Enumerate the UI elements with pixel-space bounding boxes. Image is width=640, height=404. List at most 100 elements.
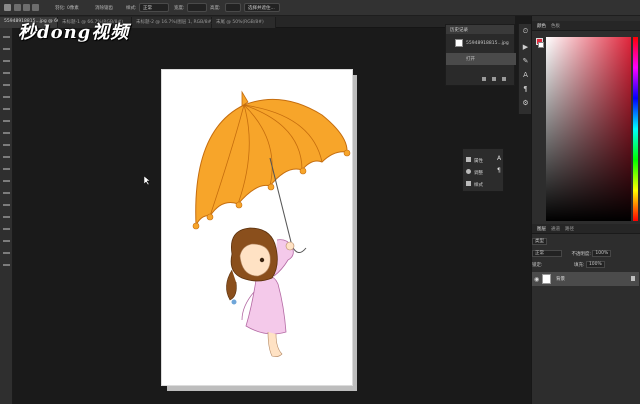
actions-icon[interactable]: ▶	[522, 44, 529, 51]
camera-icon[interactable]	[492, 77, 496, 81]
layer-name: 背景	[556, 277, 565, 282]
snapshot-name: 55948918815...jpg	[466, 41, 509, 46]
visibility-eye-icon[interactable]: ◉	[534, 276, 539, 283]
lock-row: 锁定: 填充: 100%	[532, 261, 638, 268]
options-bar: 羽化: 0像素 消除锯齿 样式: 正常 宽度: 高度: 选择并遮住...	[0, 0, 640, 16]
panel-icon-strip: ⏲ ▶ ✎ A ¶ ⚙	[518, 24, 531, 114]
umbrella-bead	[206, 213, 214, 221]
brush-settings-icon[interactable]: ✎	[522, 58, 529, 65]
hand-tool-icon[interactable]	[3, 252, 10, 254]
tab-color[interactable]: 颜色	[537, 23, 546, 29]
styles-item[interactable]: 样式	[466, 181, 483, 190]
move-tool-icon[interactable]	[3, 36, 10, 38]
height-field[interactable]	[225, 3, 241, 12]
properties-item[interactable]: 属性	[466, 157, 483, 166]
zoom-tool-icon[interactable]	[3, 264, 10, 266]
antialias-label[interactable]: 消除锯齿	[95, 5, 113, 11]
character-icon[interactable]: A	[522, 72, 529, 79]
doc-tab[interactable]: 末尾 @ 50%(RGB/8#)	[212, 17, 276, 28]
doc-tab[interactable]: 未标题-2 @ 16.7%(图层 1, RGB/8#)	[132, 17, 213, 28]
history-footer	[482, 77, 512, 83]
history-snapshot[interactable]: 55948918815...jpg	[446, 37, 516, 51]
marquee-tool-icon[interactable]	[3, 48, 10, 50]
umbrella-bead	[299, 167, 307, 175]
girl-ponytail	[226, 269, 237, 301]
trash-icon[interactable]	[502, 77, 506, 81]
properties-panel-group: 属性 调整 样式 A ¶	[462, 148, 504, 192]
umbrella-bead	[235, 201, 243, 209]
select-and-mask-button[interactable]: 选择并遮住...	[244, 3, 280, 12]
history-icon[interactable]: ⏲	[522, 28, 529, 35]
layer-lock-icon	[631, 276, 635, 281]
layer-kind-filter[interactable]: 类型	[532, 238, 547, 245]
blur-tool-icon[interactable]	[3, 180, 10, 182]
layer-thumbnail	[542, 274, 551, 284]
toolbox	[0, 28, 13, 404]
girl-hand	[285, 241, 295, 251]
mouse-cursor-icon	[144, 176, 150, 185]
umbrella-bead	[267, 183, 275, 191]
tab-swatches[interactable]: 色板	[551, 23, 560, 29]
crop-tool-icon[interactable]	[3, 84, 10, 86]
adjustments-icon	[466, 169, 471, 174]
tab-paths[interactable]: 路径	[565, 226, 574, 232]
girl-eye	[259, 257, 265, 263]
history-panel-title: 历史记录	[446, 25, 514, 34]
style-select[interactable]: 正常	[139, 3, 169, 12]
tool-presets-icon[interactable]: ⚙	[522, 100, 529, 107]
healing-tool-icon[interactable]	[3, 108, 10, 110]
background-color-swatch[interactable]	[538, 42, 544, 48]
path-select-tool-icon[interactable]	[3, 228, 10, 230]
feather-label: 羽化: 0像素	[55, 6, 79, 11]
girl-umbrella-illustration	[192, 90, 351, 357]
hue-slider[interactable]	[633, 37, 638, 221]
snapshot-icon[interactable]	[482, 77, 486, 81]
shape-tool-icon[interactable]	[3, 240, 10, 242]
tab-layers[interactable]: 图层	[537, 226, 546, 232]
styles-icon	[466, 181, 471, 186]
stamp-tool-icon[interactable]	[3, 132, 10, 134]
color-panel-tabs: 颜色 色板	[532, 21, 640, 31]
quick-select-tool-icon[interactable]	[3, 72, 10, 74]
snapshot-thumbnail	[455, 39, 463, 47]
history-brush-tool-icon[interactable]	[3, 144, 10, 146]
new-selection-icon[interactable]	[14, 4, 21, 11]
fill-field[interactable]: 100%	[585, 261, 605, 268]
umbrella-bead	[192, 222, 200, 230]
blend-mode-select[interactable]: 正常	[532, 250, 562, 257]
girl-legs	[267, 331, 283, 357]
properties-icon	[466, 157, 471, 162]
pen-tool-icon[interactable]	[3, 204, 10, 206]
color-picker-field[interactable]	[546, 37, 631, 221]
add-selection-icon[interactable]	[23, 4, 30, 11]
subtract-selection-icon[interactable]	[32, 4, 39, 11]
width-field[interactable]	[187, 3, 207, 12]
marquee-tool-icon[interactable]	[4, 4, 11, 11]
lasso-tool-icon[interactable]	[3, 60, 10, 62]
character-panel-icon[interactable]: A	[497, 155, 501, 162]
type-tool-icon[interactable]	[3, 216, 10, 218]
paragraph-icon[interactable]: ¶	[522, 86, 529, 93]
umbrella-bead	[343, 149, 351, 157]
gradient-tool-icon[interactable]	[3, 168, 10, 170]
opacity-field[interactable]: 100%	[592, 250, 612, 257]
eraser-tool-icon[interactable]	[3, 156, 10, 158]
girl-dress	[245, 275, 287, 335]
watermark-logo: 秒dong视频	[18, 22, 130, 43]
brush-tool-icon[interactable]	[3, 120, 10, 122]
paragraph-panel-icon[interactable]: ¶	[497, 167, 501, 174]
history-step-label: 打开	[466, 57, 475, 62]
girl-hair-tie	[231, 299, 237, 305]
adjustments-item[interactable]: 调整	[466, 169, 483, 178]
dodge-tool-icon[interactable]	[3, 192, 10, 194]
blend-row: 正常 不透明度: 100%	[532, 250, 638, 257]
opacity-label: 不透明度:	[571, 252, 591, 257]
history-step[interactable]: 打开	[446, 53, 516, 65]
layer-filter-row: 类型	[532, 238, 638, 245]
eyedropper-tool-icon[interactable]	[3, 96, 10, 98]
height-label: 高度:	[210, 6, 221, 11]
width-label: 宽度:	[174, 6, 185, 11]
layers-panel-tabs: 图层 通道 路径	[532, 224, 640, 234]
tab-channels[interactable]: 通道	[551, 226, 560, 232]
document-canvas[interactable]	[161, 69, 353, 386]
